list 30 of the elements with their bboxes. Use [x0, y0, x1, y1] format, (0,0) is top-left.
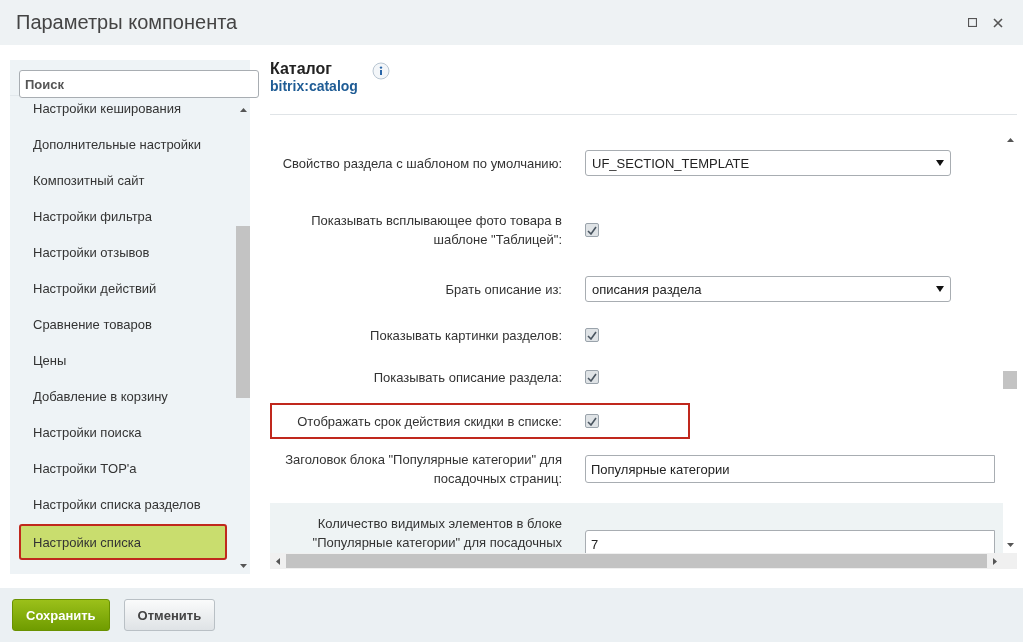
sidebar-item[interactable]: Композитный сайт — [19, 164, 227, 200]
component-title: Каталог — [270, 60, 333, 78]
sidebar-item[interactable]: Настройки поиска — [19, 416, 227, 452]
sidebar-item[interactable]: Настройки отзывов — [19, 236, 227, 272]
dropdown[interactable]: UF_SECTION_TEMPLATE — [585, 150, 951, 176]
input-field[interactable]: Популярные категории — [585, 455, 995, 483]
field-label: Брать описание из: — [444, 280, 562, 299]
search-field[interactable]: Поиск — [19, 70, 259, 98]
input-field[interactable]: 7 — [585, 530, 995, 553]
component-code: bitrix:catalog — [270, 78, 358, 94]
sidebar-item[interactable]: Настройки списка разделов — [19, 488, 227, 524]
sidebar-item[interactable]: Настройки списка — [19, 524, 227, 560]
window-title: Параметры компонента — [16, 11, 238, 34]
sidebar-item[interactable]: Добавление в корзину — [19, 380, 227, 416]
sidebar-item[interactable]: Цены — [19, 344, 227, 380]
sidebar-item[interactable]: Дополнительные настройки — [19, 128, 227, 164]
sidebar-item[interactable]: Настройки действий — [19, 272, 227, 308]
sidebar-item[interactable]: Настройки фильтра — [19, 200, 227, 236]
field-label: Свойство раздела с шаблоном по умолчанию: — [281, 154, 562, 173]
cancel-button[interactable]: Отменить — [123, 599, 216, 631]
field-label: Отображать срок действия скидки в списке: — [296, 412, 562, 431]
field-label: Показывать всплывающее фото товара в шаблоне "Таблицей": — [310, 212, 562, 249]
sidebar-item[interactable]: Настройки TOP'a — [19, 452, 227, 488]
field-label: Количество видимых элементов в блоке "Популярные категории" для посадочных — [311, 515, 562, 552]
field-label: Показывать описание раздела: — [372, 368, 562, 387]
sidebar-item[interactable]: Настройки кеширования — [19, 96, 227, 128]
dropdown[interactable]: описания раздела — [585, 276, 951, 302]
field-label: Заголовок блока "Популярные категории" для посадочных страниц: — [284, 451, 562, 488]
sidebar-item[interactable]: Сравнение товаров — [19, 308, 227, 344]
field-label: Показывать картинки разделов: — [369, 326, 562, 345]
